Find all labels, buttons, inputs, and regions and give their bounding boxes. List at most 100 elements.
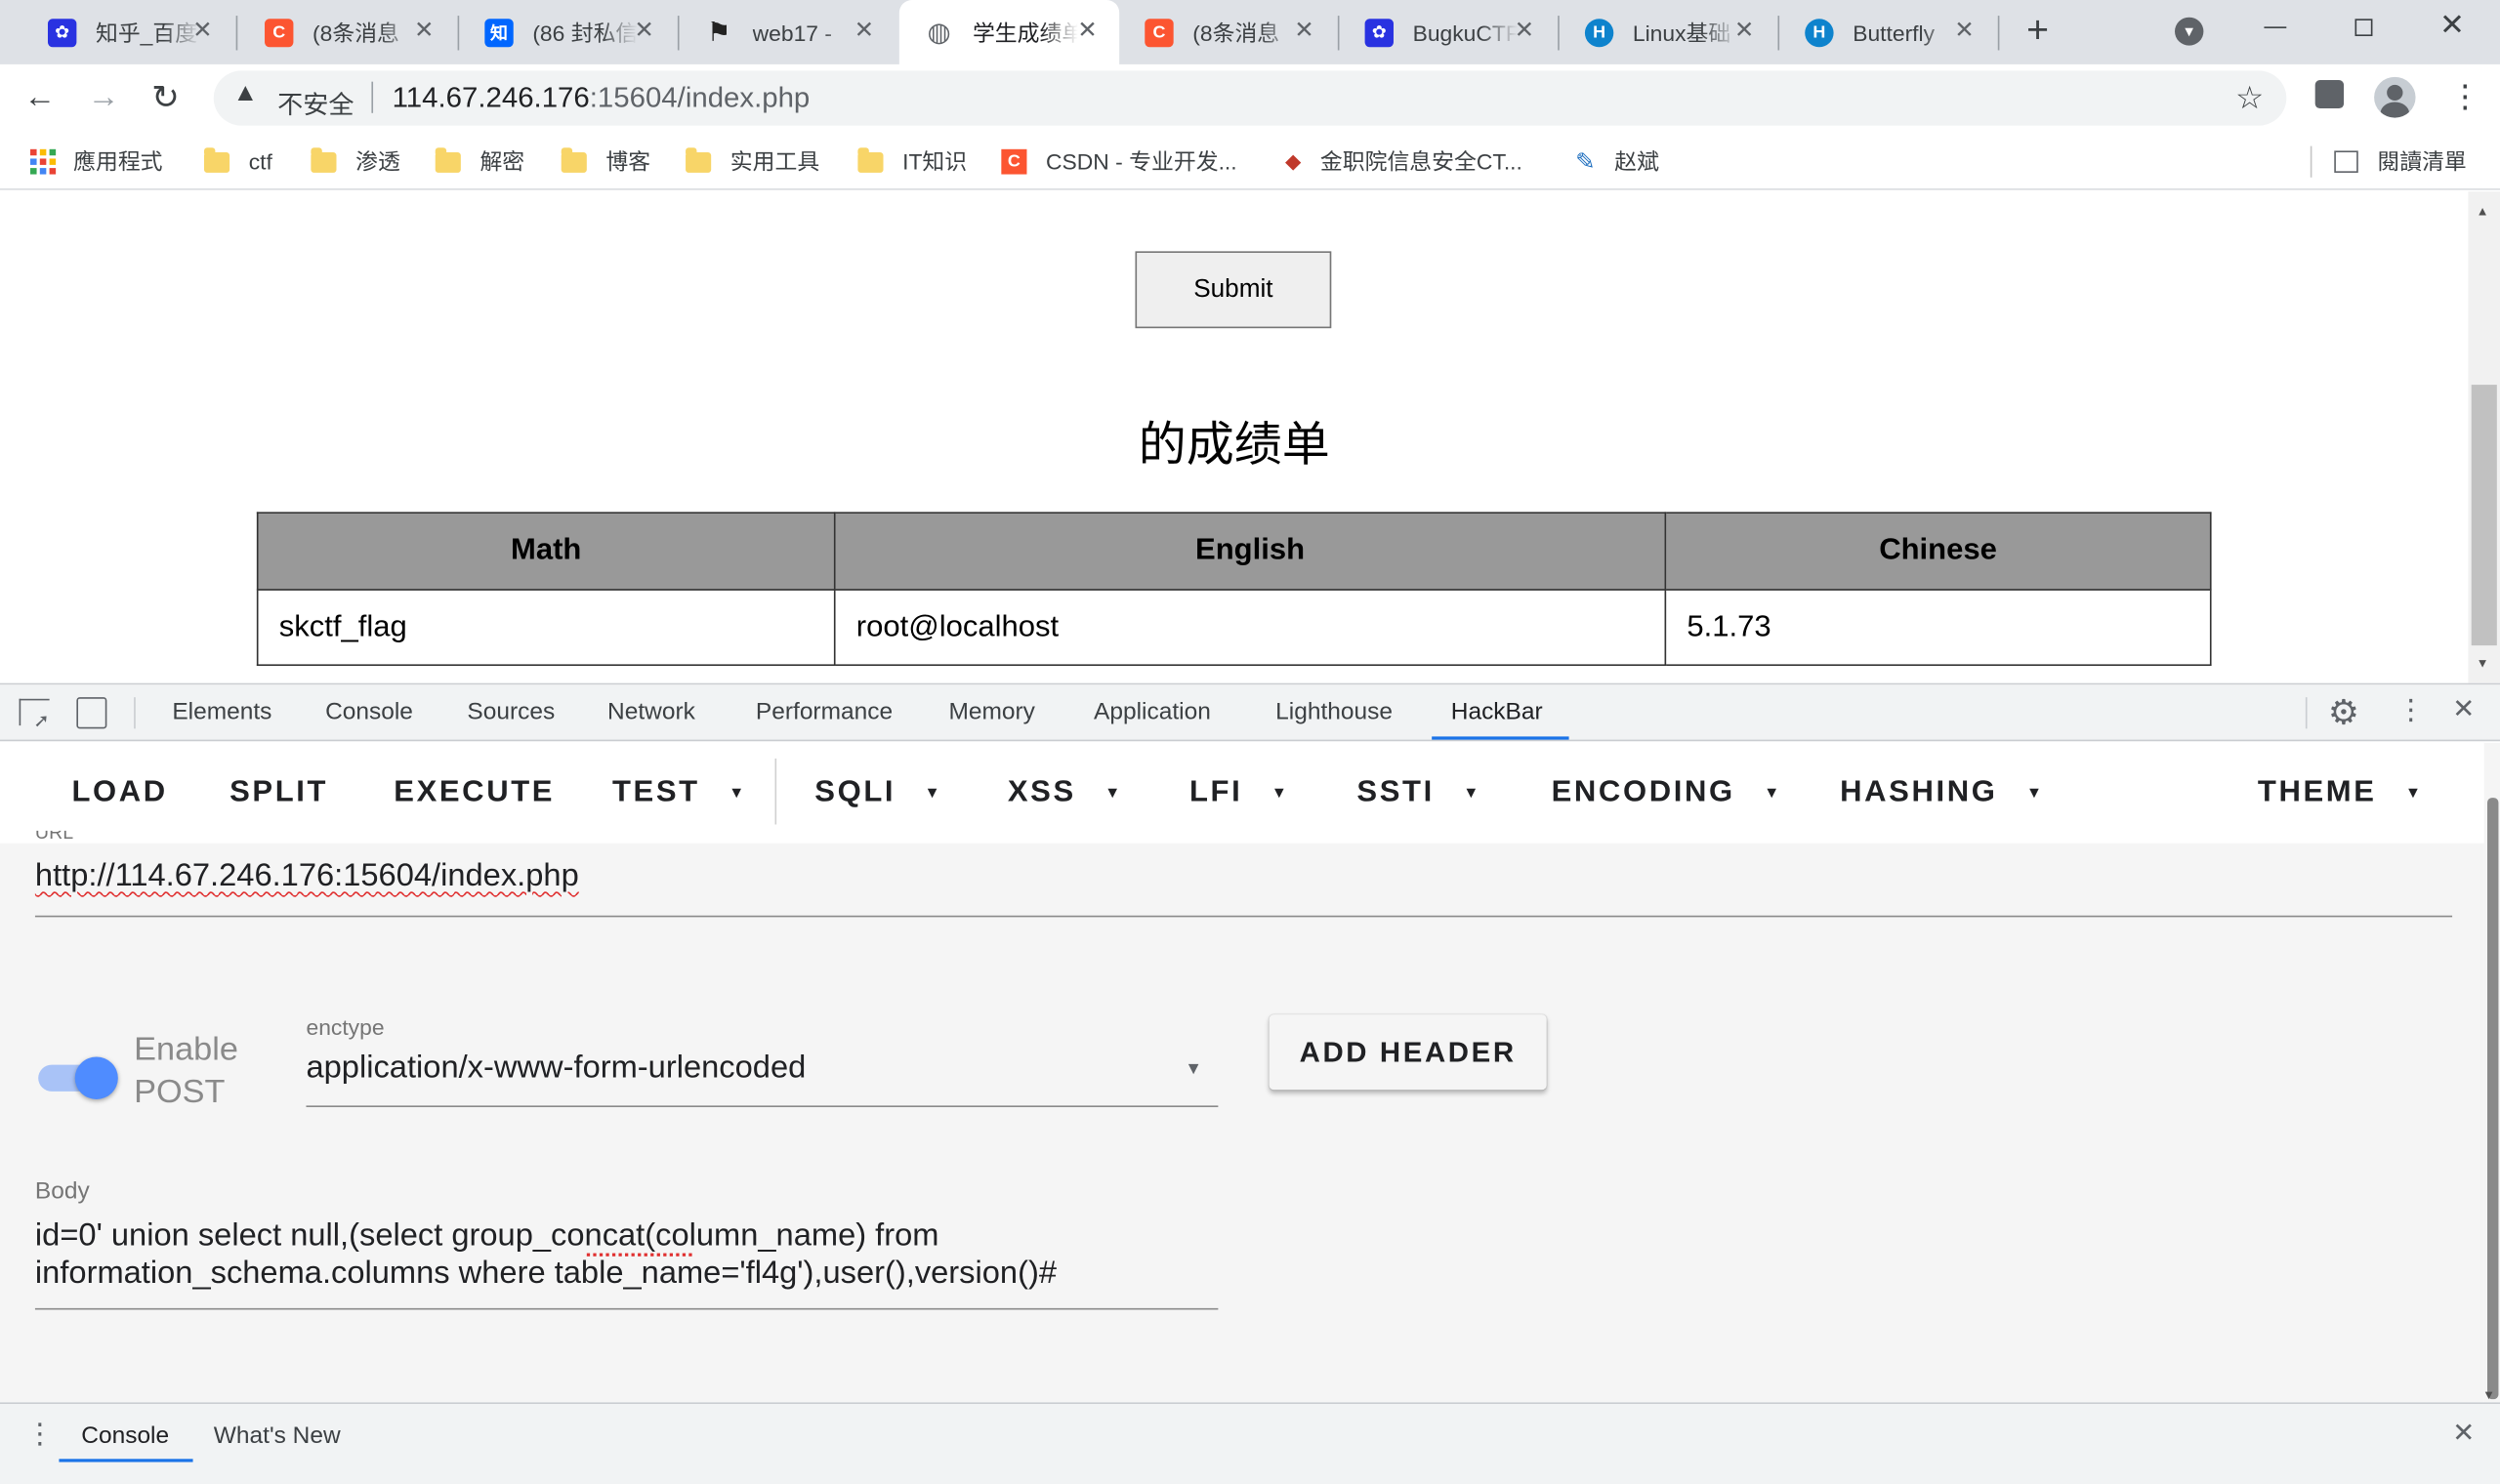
bookmark-folder-blog[interactable]: 博客 xyxy=(561,146,651,178)
drawer-tab-whats-new[interactable]: What's New xyxy=(214,1422,341,1449)
execute-button[interactable]: EXECUTE xyxy=(394,774,555,812)
tab-elements[interactable]: Elements xyxy=(172,684,271,741)
tab-network[interactable]: Network xyxy=(607,684,695,741)
tab-memory[interactable]: Memory xyxy=(948,684,1034,741)
minimize-icon[interactable] xyxy=(2264,26,2287,28)
tab-title: web17 - xyxy=(752,20,832,45)
drawer-tab-console[interactable]: Console xyxy=(81,1422,169,1449)
bookmark-jzy[interactable]: ◆ 金职院信息安全CT... xyxy=(1285,146,1522,178)
reload-icon[interactable]: ↻ xyxy=(151,78,180,117)
table-header-row: Math English Chinese xyxy=(256,512,2212,591)
browser-tab-3[interactable]: 知 (86 封私信 ✕ xyxy=(459,0,676,64)
body-textarea[interactable]: id=0' union select null,(select group_co… xyxy=(34,1217,1219,1310)
bookmark-apps[interactable]: 應用程式 xyxy=(30,146,163,178)
body-line: id=0' union select null,(select group_co… xyxy=(34,1218,939,1254)
drawer-menu-icon[interactable]: ⋮ xyxy=(25,1418,54,1451)
browser-tab-active[interactable]: ◍ 学生成绩单 ✕ xyxy=(898,0,1120,64)
submit-button[interactable]: Submit xyxy=(1135,251,1332,329)
caret-down-icon: ▼ xyxy=(2025,784,2045,803)
bookmark-folder-ctf[interactable]: ctf xyxy=(203,146,272,178)
bookmark-csdn[interactable]: C CSDN - 专业开发... xyxy=(1001,146,1237,178)
tab-performance[interactable]: Performance xyxy=(756,684,893,741)
bookmark-folder-tools[interactable]: 实用工具 xyxy=(686,146,819,178)
profile-avatar[interactable] xyxy=(2374,76,2416,118)
page-scrollbar-thumb[interactable] xyxy=(2471,385,2497,646)
new-tab-button[interactable]: + xyxy=(2016,10,2061,54)
folder-icon xyxy=(311,146,337,173)
browser-tab-7[interactable]: ✿ BugkuCTF ✕ xyxy=(1339,0,1556,64)
tab-favicon-icon: C xyxy=(1145,18,1174,47)
warning-icon: ▲ xyxy=(232,80,259,107)
bookmark-folder-it[interactable]: IT知识 xyxy=(857,146,967,178)
caret-down-icon: ▼ xyxy=(729,784,747,803)
tab-sources[interactable]: Sources xyxy=(467,684,555,741)
tab-favicon-icon: ✿ xyxy=(47,18,77,47)
close-drawer-icon[interactable]: ✕ xyxy=(2452,1418,2475,1449)
close-tab-icon[interactable]: ✕ xyxy=(849,16,881,44)
browser-tab-1[interactable]: ✿ 知乎_百度 ✕ xyxy=(22,0,234,64)
close-tab-icon[interactable]: ✕ xyxy=(1729,16,1761,44)
browser-tab-8[interactable]: H Linux基础 ✕ xyxy=(1560,0,1776,64)
restore-icon[interactable] xyxy=(2354,19,2373,36)
devtools-drawer: ⋮ Console What's New ✕ xyxy=(0,1402,2500,1484)
close-tab-icon[interactable]: ✕ xyxy=(187,16,219,44)
tab-application[interactable]: Application xyxy=(1094,684,1211,741)
close-window-icon[interactable]: ✕ xyxy=(2439,8,2465,44)
load-button[interactable]: LOAD xyxy=(71,774,167,812)
enable-post-toggle[interactable] xyxy=(38,1056,121,1099)
reading-list-button[interactable]: 閱讀清單 xyxy=(2334,146,2467,178)
tab-title: (86 封私信 xyxy=(532,20,639,45)
device-toolbar-icon[interactable] xyxy=(76,697,107,729)
reading-list-label: 閱讀清單 xyxy=(2377,148,2467,175)
enctype-select[interactable]: application/x-www-form-urlencoded ▼ xyxy=(306,1051,1219,1107)
hackbar-scrollbar-thumb[interactable] xyxy=(2487,798,2499,1400)
bookmark-folder-pentest[interactable]: 渗透 xyxy=(311,146,400,178)
add-header-button[interactable]: ADD HEADER xyxy=(1269,1014,1547,1091)
theme-dropdown[interactable]: THEME ▼ xyxy=(2258,774,2424,812)
close-tab-icon[interactable]: ✕ xyxy=(628,16,660,44)
browser-tab-4[interactable]: ⚑ web17 - ✕ xyxy=(680,0,896,64)
enctype-label: enctype xyxy=(306,1014,385,1040)
split-button[interactable]: SPLIT xyxy=(229,774,328,812)
close-tab-icon[interactable]: ✕ xyxy=(1071,16,1104,44)
settings-gear-icon[interactable]: ⚙ xyxy=(2328,692,2359,733)
tab-hackbar[interactable]: HackBar xyxy=(1451,684,1543,741)
folder-icon xyxy=(435,146,461,173)
forward-icon[interactable]: → xyxy=(88,80,120,116)
browser-tab-2[interactable]: C (8条消息 ✕ xyxy=(239,0,456,64)
table-cell: skctf_flag xyxy=(256,589,836,667)
scroll-down-arrow[interactable]: ▼ xyxy=(2482,1388,2495,1402)
extensions-puzzle-icon[interactable] xyxy=(2314,80,2345,108)
close-tab-icon[interactable]: ✕ xyxy=(1948,16,1980,44)
tab-favicon-icon: ⚑ xyxy=(706,16,731,47)
close-devtools-icon[interactable]: ✕ xyxy=(2452,694,2475,725)
bookmark-label: 解密 xyxy=(479,148,525,175)
sqli-dropdown[interactable]: SQLI ▼ xyxy=(814,774,942,812)
close-tab-icon[interactable]: ✕ xyxy=(408,16,440,44)
bookmark-zhaobin[interactable]: ✎ 赵斌 xyxy=(1575,146,1659,178)
tab-lighthouse[interactable]: Lighthouse xyxy=(1275,684,1393,741)
lfi-dropdown[interactable]: LFI ▼ xyxy=(1189,774,1290,812)
url-field[interactable]: http://114.67.246.176:15604/index.php xyxy=(34,859,2453,918)
enable-post-label: Enable POST xyxy=(134,1031,238,1111)
tab-console[interactable]: Console xyxy=(325,684,413,741)
back-icon[interactable]: ← xyxy=(23,80,56,116)
address-bar[interactable]: ▲ 不安全 114.67.246.176:15604/index.php ☆ xyxy=(213,70,2287,126)
bookmark-folder-decrypt[interactable]: 解密 xyxy=(435,146,525,178)
test-dropdown[interactable]: TEST ▼ xyxy=(612,774,747,812)
hashing-dropdown[interactable]: HASHING ▼ xyxy=(1840,774,2045,812)
more-menu-icon[interactable]: ⋮ xyxy=(2449,77,2481,118)
close-tab-icon[interactable]: ✕ xyxy=(1509,16,1541,44)
encoding-dropdown[interactable]: ENCODING ▼ xyxy=(1552,774,1782,812)
browser-tab-6[interactable]: C (8条消息 ✕ xyxy=(1119,0,1336,64)
ssti-dropdown[interactable]: SSTI ▼ xyxy=(1356,774,1481,812)
tab-search-button[interactable]: ▼ xyxy=(2175,17,2204,46)
browser-tab-9[interactable]: H Butterfly ✕ xyxy=(1779,0,1996,64)
bookmark-label: IT知识 xyxy=(902,148,968,175)
bookmark-label: 博客 xyxy=(605,148,651,175)
devtools-more-icon[interactable]: ⋮ xyxy=(2396,694,2425,727)
xss-dropdown[interactable]: XSS ▼ xyxy=(1008,774,1123,812)
close-tab-icon[interactable]: ✕ xyxy=(1288,16,1320,44)
browser-toolbar: ← → ↻ ▲ 不安全 114.67.246.176:15604/index.p… xyxy=(0,63,2500,134)
bookmark-star-icon[interactable]: ☆ xyxy=(2235,78,2264,117)
